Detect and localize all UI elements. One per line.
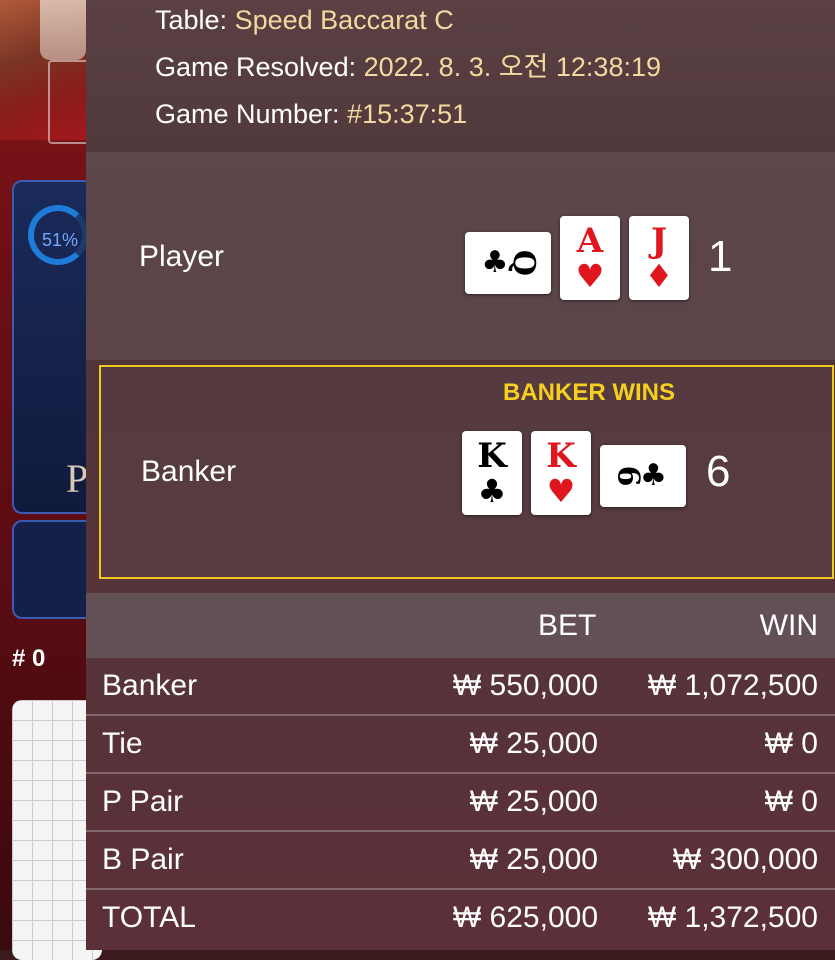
win-amount: ₩ 300,000 (672, 843, 818, 876)
club-icon: ♣ (477, 472, 507, 510)
table-value: Speed Baccarat C (234, 5, 454, 35)
player-card-3: J ♦ (629, 216, 689, 300)
table-row: Table: Speed Baccarat C (155, 0, 661, 44)
banker-score: 6 (706, 447, 731, 496)
card-rank: K (477, 436, 507, 476)
game-number-value: #15:37:51 (347, 99, 468, 129)
bets-header: BET WIN (86, 593, 835, 658)
banker-hand: BANKER WINS Banker K ♣ K ♥ 6 ♣ 6 (99, 365, 834, 579)
bet-name: Banker (102, 669, 198, 702)
bet-name: Tie (102, 727, 143, 760)
diamond-icon: ♦ (644, 257, 674, 295)
win-amount: ₩ 0 (764, 727, 818, 760)
bet-amount: ₩ 25,000 (469, 785, 598, 818)
banker-card-1: K ♣ (462, 431, 522, 515)
dealer-shoe (40, 0, 86, 60)
bet-row-p-pair: P Pair ₩ 25,000 ₩ 0 (86, 774, 835, 832)
player-label: Player (139, 240, 225, 273)
player-card-1: ♣ Q (465, 232, 551, 294)
win-amount: ₩ 1,072,500 (647, 669, 818, 702)
card-rank: A (576, 221, 604, 261)
game-number-label: Game Number: (155, 99, 340, 129)
bet-row-b-pair: B Pair ₩ 25,000 ₩ 300,000 (86, 832, 835, 890)
card-shoe-glass (48, 60, 86, 144)
banker-label: Banker (141, 455, 237, 488)
heart-icon: ♥ (546, 472, 576, 510)
win-amount: ₩ 1,372,500 (647, 901, 818, 934)
percentage-text: 51% (42, 230, 79, 250)
bet-name: TOTAL (102, 901, 196, 934)
resolved-row: Game Resolved: 2022. 8. 3. 오전 12:38:19 (155, 44, 661, 91)
player-hand: Player ♣ Q A ♥ J ♦ 1 (86, 152, 835, 360)
bet-amount: ₩ 25,000 (469, 727, 598, 760)
bet-spot-letter: P (66, 456, 89, 501)
bet-name: B Pair (102, 843, 184, 876)
card-rank: K (546, 436, 576, 476)
game-info: Table: Speed Baccarat C Game Resolved: 2… (155, 0, 661, 138)
header-win: WIN (759, 609, 818, 642)
resolved-label: Game Resolved: (155, 52, 357, 82)
player-score: 1 (708, 232, 733, 281)
card-rank: 6 (610, 465, 646, 487)
header-bet: BET (538, 609, 597, 642)
bet-row-tie: Tie ₩ 25,000 ₩ 0 (86, 716, 835, 774)
bet-row-total: TOTAL ₩ 625,000 ₩ 1,372,500 (86, 890, 835, 946)
game-number-row: Game Number: #15:37:51 (155, 91, 661, 138)
bet-amount: ₩ 625,000 (452, 901, 598, 934)
bet-row-banker: Banker ₩ 550,000 ₩ 1,072,500 (86, 658, 835, 716)
card-rank: Q (506, 249, 542, 277)
game-detail-panel: Table: Speed Baccarat C Game Resolved: 2… (86, 0, 835, 950)
card-rank: J (650, 221, 668, 261)
banker-card-2: K ♥ (531, 431, 591, 515)
table-label: Table: (155, 5, 228, 35)
win-amount: ₩ 0 (764, 785, 818, 818)
round-count: # 0 (12, 645, 46, 672)
resolved-value: 2022. 8. 3. 오전 12:38:19 (363, 52, 661, 82)
bets-table: BET WIN Banker ₩ 550,000 ₩ 1,072,500 Tie… (86, 593, 835, 946)
player-card-2: A ♥ (560, 216, 620, 300)
banker-card-3: 6 ♣ (600, 445, 686, 507)
bet-name: P Pair (102, 785, 184, 818)
banker-wins-label: BANKER WINS (503, 379, 675, 406)
bet-amount: ₩ 550,000 (452, 669, 598, 702)
bet-amount: ₩ 25,000 (469, 843, 598, 876)
club-icon: ♣ (481, 245, 509, 280)
heart-icon: ♥ (575, 257, 605, 295)
